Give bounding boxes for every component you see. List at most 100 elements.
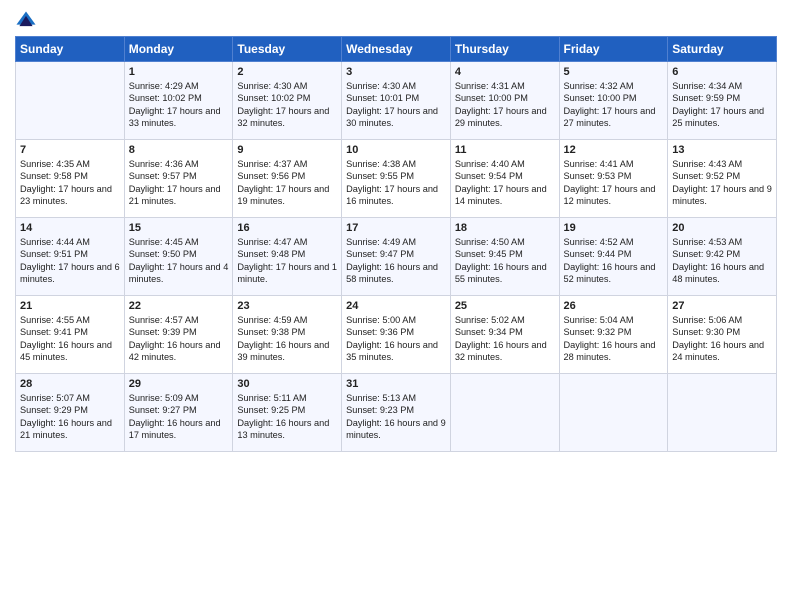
calendar-cell: [559, 374, 668, 452]
day-number: 18: [455, 222, 555, 234]
cell-info: Sunrise: 4:50 AMSunset: 9:45 PMDaylight:…: [455, 236, 555, 286]
day-number: 11: [455, 144, 555, 156]
calendar-cell: 12 Sunrise: 4:41 AMSunset: 9:53 PMDayligh…: [559, 140, 668, 218]
weekday-header: Saturday: [668, 37, 777, 62]
cell-info: Sunrise: 4:29 AMSunset: 10:02 PMDaylight…: [129, 80, 229, 130]
calendar-cell: 8 Sunrise: 4:36 AMSunset: 9:57 PMDaylight…: [124, 140, 233, 218]
day-number: 22: [129, 300, 229, 312]
day-number: 20: [672, 222, 772, 234]
cell-info: Sunrise: 4:41 AMSunset: 9:53 PMDaylight:…: [564, 158, 664, 208]
calendar-header: SundayMondayTuesdayWednesdayThursdayFrid…: [16, 37, 777, 62]
cell-info: Sunrise: 4:38 AMSunset: 9:55 PMDaylight:…: [346, 158, 446, 208]
cell-info: Sunrise: 4:49 AMSunset: 9:47 PMDaylight:…: [346, 236, 446, 286]
cell-info: Sunrise: 4:53 AMSunset: 9:42 PMDaylight:…: [672, 236, 772, 286]
cell-info: Sunrise: 4:40 AMSunset: 9:54 PMDaylight:…: [455, 158, 555, 208]
calendar-cell: 18 Sunrise: 4:50 AMSunset: 9:45 PMDayligh…: [450, 218, 559, 296]
calendar-cell: 17Sunrise: 4:49 AMSunset: 9:47 PMDayligh…: [342, 218, 451, 296]
cell-info: Sunrise: 4:30 AMSunset: 10:02 PMDaylight…: [237, 80, 337, 130]
cell-info: Sunrise: 4:30 AMSunset: 10:01 PMDaylight…: [346, 80, 446, 130]
weekday-header: Sunday: [16, 37, 125, 62]
calendar-cell: 10 Sunrise: 4:38 AMSunset: 9:55 PMDayligh…: [342, 140, 451, 218]
cell-info: Sunrise: 5:06 AMSunset: 9:30 PMDaylight:…: [672, 314, 772, 364]
day-number: 7: [20, 144, 120, 156]
logo-icon: [15, 10, 37, 32]
day-number: 6: [672, 66, 772, 78]
cell-info: Sunrise: 4:36 AMSunset: 9:57 PMDaylight:…: [129, 158, 229, 208]
day-number: 16: [237, 222, 337, 234]
day-number: 30: [237, 378, 337, 390]
day-number: 9: [237, 144, 337, 156]
day-number: 3: [346, 66, 446, 78]
day-number: 15: [129, 222, 229, 234]
calendar-cell: 2 Sunrise: 4:30 AMSunset: 10:02 PMDayligh…: [233, 62, 342, 140]
cell-info: Sunrise: 4:47 AMSunset: 9:48 PMDaylight:…: [237, 236, 337, 286]
calendar-cell: 3 Sunrise: 4:30 AMSunset: 10:01 PMDayligh…: [342, 62, 451, 140]
calendar-cell: 22 Sunrise: 4:57 AMSunset: 9:39 PMDayligh…: [124, 296, 233, 374]
day-number: 24: [346, 300, 446, 312]
cell-info: Sunrise: 4:57 AMSunset: 9:39 PMDaylight:…: [129, 314, 229, 364]
header: [15, 10, 777, 32]
day-number: 26: [564, 300, 664, 312]
logo: [15, 10, 41, 32]
calendar-cell: 19 Sunrise: 4:52 AMSunset: 9:44 PMDayligh…: [559, 218, 668, 296]
cell-info: Sunrise: 4:44 AMSunset: 9:51 PMDaylight:…: [20, 236, 120, 286]
day-number: 29: [129, 378, 229, 390]
calendar-week-row: 14 Sunrise: 4:44 AMSunset: 9:51 PMDayligh…: [16, 218, 777, 296]
calendar-cell: 13 Sunrise: 4:43 AMSunset: 9:52 PMDayligh…: [668, 140, 777, 218]
day-number: 14: [20, 222, 120, 234]
day-number: 23: [237, 300, 337, 312]
cell-info: Sunrise: 5:02 AMSunset: 9:34 PMDaylight:…: [455, 314, 555, 364]
cell-info: Sunrise: 4:52 AMSunset: 9:44 PMDaylight:…: [564, 236, 664, 286]
cell-info: Sunrise: 4:59 AMSunset: 9:38 PMDaylight:…: [237, 314, 337, 364]
day-number: 28: [20, 378, 120, 390]
calendar-cell: 28 Sunrise: 5:07 AMSunset: 9:29 PMDayligh…: [16, 374, 125, 452]
calendar-cell: 27 Sunrise: 5:06 AMSunset: 9:30 PMDayligh…: [668, 296, 777, 374]
calendar-cell: [668, 374, 777, 452]
calendar-cell: 14 Sunrise: 4:44 AMSunset: 9:51 PMDayligh…: [16, 218, 125, 296]
header-row: SundayMondayTuesdayWednesdayThursdayFrid…: [16, 37, 777, 62]
cell-info: Sunrise: 4:55 AMSunset: 9:41 PMDaylight:…: [20, 314, 120, 364]
day-number: 5: [564, 66, 664, 78]
day-number: 10: [346, 144, 446, 156]
cell-info: Sunrise: 5:13 AMSunset: 9:23 PMDaylight:…: [346, 392, 446, 442]
calendar-cell: 26Sunrise: 5:04 AMSunset: 9:32 PMDayligh…: [559, 296, 668, 374]
calendar-cell: 9 Sunrise: 4:37 AMSunset: 9:56 PMDaylight…: [233, 140, 342, 218]
cell-info: Sunrise: 4:32 AMSunset: 10:00 PMDaylight…: [564, 80, 664, 130]
weekday-header: Friday: [559, 37, 668, 62]
calendar-cell: 5 Sunrise: 4:32 AMSunset: 10:00 PMDayligh…: [559, 62, 668, 140]
calendar-cell: 15 Sunrise: 4:45 AMSunset: 9:50 PMDayligh…: [124, 218, 233, 296]
day-number: 21: [20, 300, 120, 312]
calendar-cell: 24Sunrise: 5:00 AMSunset: 9:36 PMDayligh…: [342, 296, 451, 374]
day-number: 2: [237, 66, 337, 78]
cell-info: Sunrise: 5:11 AMSunset: 9:25 PMDaylight:…: [237, 392, 337, 442]
calendar-cell: 31Sunrise: 5:13 AMSunset: 9:23 PMDayligh…: [342, 374, 451, 452]
calendar-cell: [450, 374, 559, 452]
main-container: SundayMondayTuesdayWednesdayThursdayFrid…: [0, 0, 792, 462]
calendar-body: 1Sunrise: 4:29 AMSunset: 10:02 PMDayligh…: [16, 62, 777, 452]
calendar-week-row: 7 Sunrise: 4:35 AMSunset: 9:58 PMDaylight…: [16, 140, 777, 218]
calendar-cell: 6 Sunrise: 4:34 AMSunset: 9:59 PMDaylight…: [668, 62, 777, 140]
cell-info: Sunrise: 4:35 AMSunset: 9:58 PMDaylight:…: [20, 158, 120, 208]
calendar-cell: 21 Sunrise: 4:55 AMSunset: 9:41 PMDayligh…: [16, 296, 125, 374]
calendar-cell: 16 Sunrise: 4:47 AMSunset: 9:48 PMDayligh…: [233, 218, 342, 296]
cell-info: Sunrise: 4:34 AMSunset: 9:59 PMDaylight:…: [672, 80, 772, 130]
weekday-header: Wednesday: [342, 37, 451, 62]
calendar-cell: 29Sunrise: 5:09 AMSunset: 9:27 PMDayligh…: [124, 374, 233, 452]
day-number: 12: [564, 144, 664, 156]
day-number: 13: [672, 144, 772, 156]
day-number: 19: [564, 222, 664, 234]
day-number: 8: [129, 144, 229, 156]
weekday-header: Thursday: [450, 37, 559, 62]
cell-info: Sunrise: 4:45 AMSunset: 9:50 PMDaylight:…: [129, 236, 229, 286]
calendar-cell: 23 Sunrise: 4:59 AMSunset: 9:38 PMDayligh…: [233, 296, 342, 374]
day-number: 27: [672, 300, 772, 312]
calendar-cell: 25 Sunrise: 5:02 AMSunset: 9:34 PMDayligh…: [450, 296, 559, 374]
cell-info: Sunrise: 4:43 AMSunset: 9:52 PMDaylight:…: [672, 158, 772, 208]
cell-info: Sunrise: 5:07 AMSunset: 9:29 PMDaylight:…: [20, 392, 120, 442]
calendar-week-row: 28 Sunrise: 5:07 AMSunset: 9:29 PMDayligh…: [16, 374, 777, 452]
cell-info: Sunrise: 4:37 AMSunset: 9:56 PMDaylight:…: [237, 158, 337, 208]
day-number: 25: [455, 300, 555, 312]
calendar-cell: 4Sunrise: 4:31 AMSunset: 10:00 PMDayligh…: [450, 62, 559, 140]
calendar-cell: 20 Sunrise: 4:53 AMSunset: 9:42 PMDayligh…: [668, 218, 777, 296]
calendar-cell: 11 Sunrise: 4:40 AMSunset: 9:54 PMDayligh…: [450, 140, 559, 218]
